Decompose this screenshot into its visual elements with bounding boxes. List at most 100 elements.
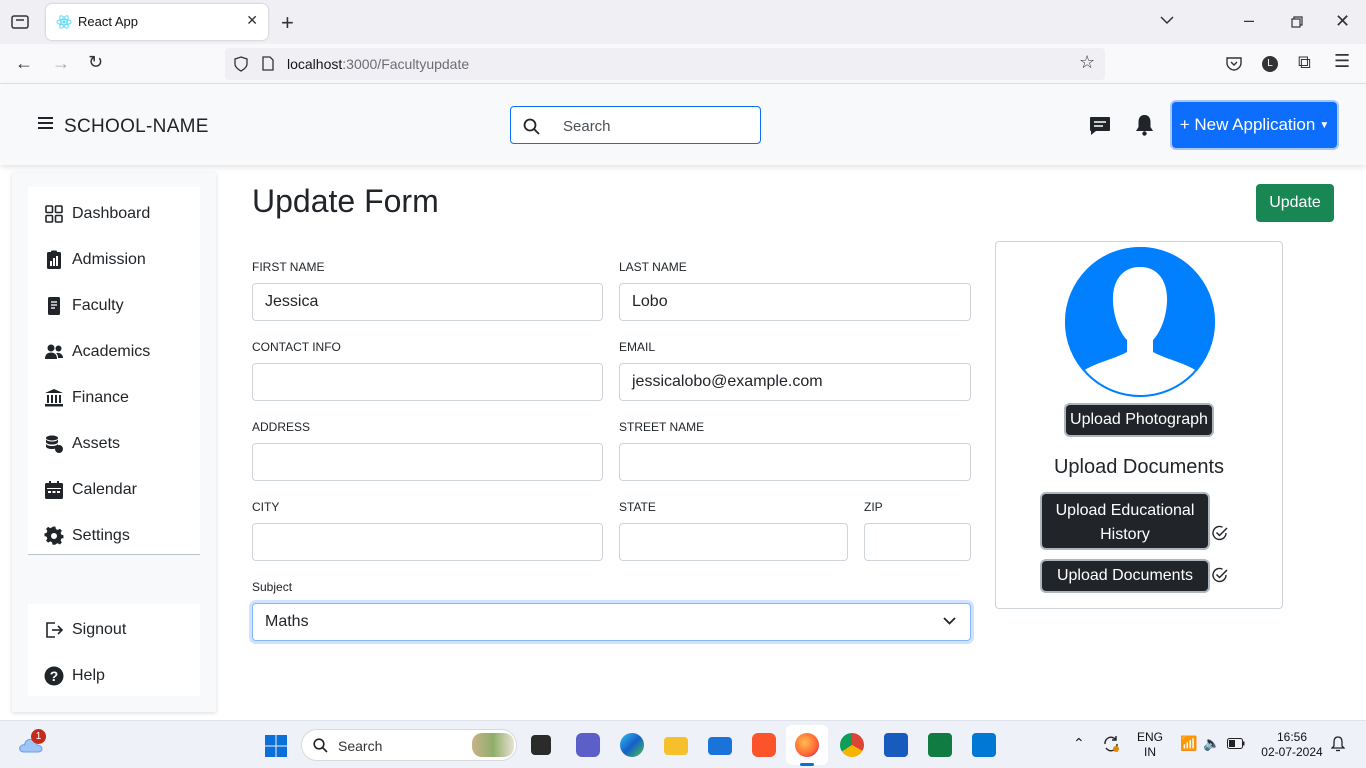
new-tab-icon[interactable]: + (281, 10, 294, 36)
tab-list-icon[interactable] (11, 14, 29, 30)
excel-icon[interactable] (928, 733, 952, 757)
volume-icon[interactable]: 🔈 (1203, 735, 1220, 752)
page-title: Update Form (252, 183, 439, 219)
sidebar-item-label: Help (72, 667, 105, 684)
back-icon[interactable]: ← (15, 53, 33, 74)
vscode-icon[interactable] (972, 733, 996, 757)
language-code: ENG (1136, 730, 1163, 744)
upload-card: Upload Photograph Upload Documents Uploa… (995, 241, 1283, 609)
chat-icon[interactable] (1089, 116, 1111, 136)
chrome-icon[interactable] (840, 733, 864, 757)
teams-icon[interactable] (576, 733, 600, 757)
street-name-field[interactable] (619, 443, 971, 481)
search-icon (313, 738, 328, 753)
zip-label: ZIP (864, 500, 883, 514)
url-text[interactable]: localhost:3000/Facultyupdate (287, 56, 469, 72)
email-field[interactable]: jessicalobo@example.com (619, 363, 971, 401)
bank-icon (45, 389, 63, 407)
app-header: SCHOOL-NAME Search + New Application ▼ (0, 85, 1366, 165)
sidebar-divider (28, 554, 200, 555)
extensions-icon[interactable]: ⧉ (1298, 52, 1311, 73)
chevron-down-icon (943, 617, 956, 625)
wifi-icon[interactable]: 📶 (1180, 735, 1197, 752)
check-circle-icon (1212, 567, 1228, 583)
close-window-icon[interactable]: ✕ (1335, 11, 1350, 32)
sidebar-item-label: Settings (72, 527, 130, 544)
browser-tab-bar: React App ✕ + – ✕ (0, 0, 1366, 44)
show-hidden-icons[interactable]: ⌃ (1073, 735, 1085, 752)
update-button[interactable]: Update (1256, 184, 1334, 222)
notifications-bell-icon[interactable] (1331, 736, 1345, 752)
shield-icon[interactable] (234, 56, 248, 72)
sidebar: Dashboard Admission Faculty Academics Fi… (12, 173, 216, 712)
mail-icon[interactable] (708, 737, 732, 755)
account-avatar-icon[interactable]: L (1262, 56, 1278, 72)
subject-select[interactable]: Maths (252, 603, 971, 641)
first-name-label: FIRST NAME (252, 260, 325, 274)
search-placeholder: Search (563, 118, 611, 135)
address-field[interactable] (252, 443, 603, 481)
sidebar-item-label: Dashboard (72, 205, 151, 222)
sidebar-item-label: Signout (72, 621, 127, 638)
notification-badge: 1 (31, 729, 46, 744)
search-input[interactable]: Search (510, 106, 761, 144)
upload-documents-heading: Upload Documents (1053, 456, 1225, 478)
database-icon (46, 435, 63, 453)
help-icon: ? (44, 666, 64, 686)
firefox-icon[interactable] (795, 733, 819, 757)
subject-label: Subject (252, 580, 293, 594)
upload-documents-button[interactable]: Upload Documents (1042, 561, 1208, 591)
sidebar-item-label: Academics (72, 343, 151, 360)
upload-educational-line1: Upload Educational (1055, 502, 1195, 519)
browser-tab[interactable]: React App ✕ (46, 4, 268, 40)
forward-icon[interactable]: → (52, 53, 70, 74)
close-tab-icon[interactable]: ✕ (246, 12, 258, 29)
upload-photograph-button[interactable]: Upload Photograph (1066, 405, 1212, 435)
document-icon (48, 297, 60, 315)
page-icon[interactable] (262, 56, 274, 71)
menu-icon[interactable]: ☰ (1334, 51, 1350, 72)
battery-icon[interactable] (1227, 738, 1245, 749)
chevron-down-icon[interactable] (1160, 16, 1174, 25)
state-field[interactable] (619, 523, 848, 561)
last-name-label: LAST NAME (619, 260, 687, 274)
last-name-field[interactable]: Lobo (619, 283, 971, 321)
restore-icon[interactable] (1291, 16, 1303, 28)
taskbar-search[interactable]: Search (301, 729, 517, 761)
first-name-field[interactable]: Jessica (252, 283, 603, 321)
language-indicator[interactable]: ENG IN (1136, 730, 1164, 760)
sidebar-item-label: Admission (72, 251, 146, 268)
clock[interactable]: 16:56 02-07-2024 (1256, 730, 1328, 760)
bookmark-star-icon[interactable]: ☆ (1079, 52, 1095, 73)
region-code: IN (1144, 745, 1156, 759)
reload-icon[interactable]: ↻ (88, 52, 103, 73)
task-view-icon[interactable] (531, 735, 551, 755)
zip-field[interactable] (864, 523, 971, 561)
sync-icon[interactable] (1102, 735, 1120, 753)
search-icon (523, 118, 540, 135)
address-label: ADDRESS (252, 420, 311, 434)
upload-educational-history-button[interactable]: Upload Educational History (1042, 494, 1208, 548)
minimize-icon[interactable]: – (1244, 10, 1254, 31)
file-explorer-icon[interactable] (664, 737, 688, 755)
city-field[interactable] (252, 523, 603, 561)
new-application-button[interactable]: + New Application ▼ (1172, 102, 1337, 148)
user-avatar-icon (1065, 247, 1215, 397)
edge-icon[interactable] (620, 733, 644, 757)
new-application-label: + New Application (1179, 115, 1316, 134)
windows-start-icon[interactable] (264, 734, 288, 758)
sidebar-item-label: Calendar (72, 481, 137, 498)
contact-info-field[interactable] (252, 363, 603, 401)
hamburger-menu-icon[interactable] (38, 117, 53, 129)
pocket-icon[interactable] (1226, 56, 1242, 71)
brave-icon[interactable] (752, 733, 776, 757)
tab-title: React App (78, 14, 138, 29)
bell-icon[interactable] (1135, 114, 1154, 136)
gear-icon (44, 526, 64, 545)
subject-selected-value: Maths (265, 613, 309, 630)
react-logo-icon (56, 15, 72, 29)
address-bar[interactable]: localhost:3000/Facultyupdate ☆ (225, 48, 1105, 80)
people-icon (45, 344, 63, 359)
signout-icon (46, 622, 64, 638)
word-icon[interactable] (884, 733, 908, 757)
